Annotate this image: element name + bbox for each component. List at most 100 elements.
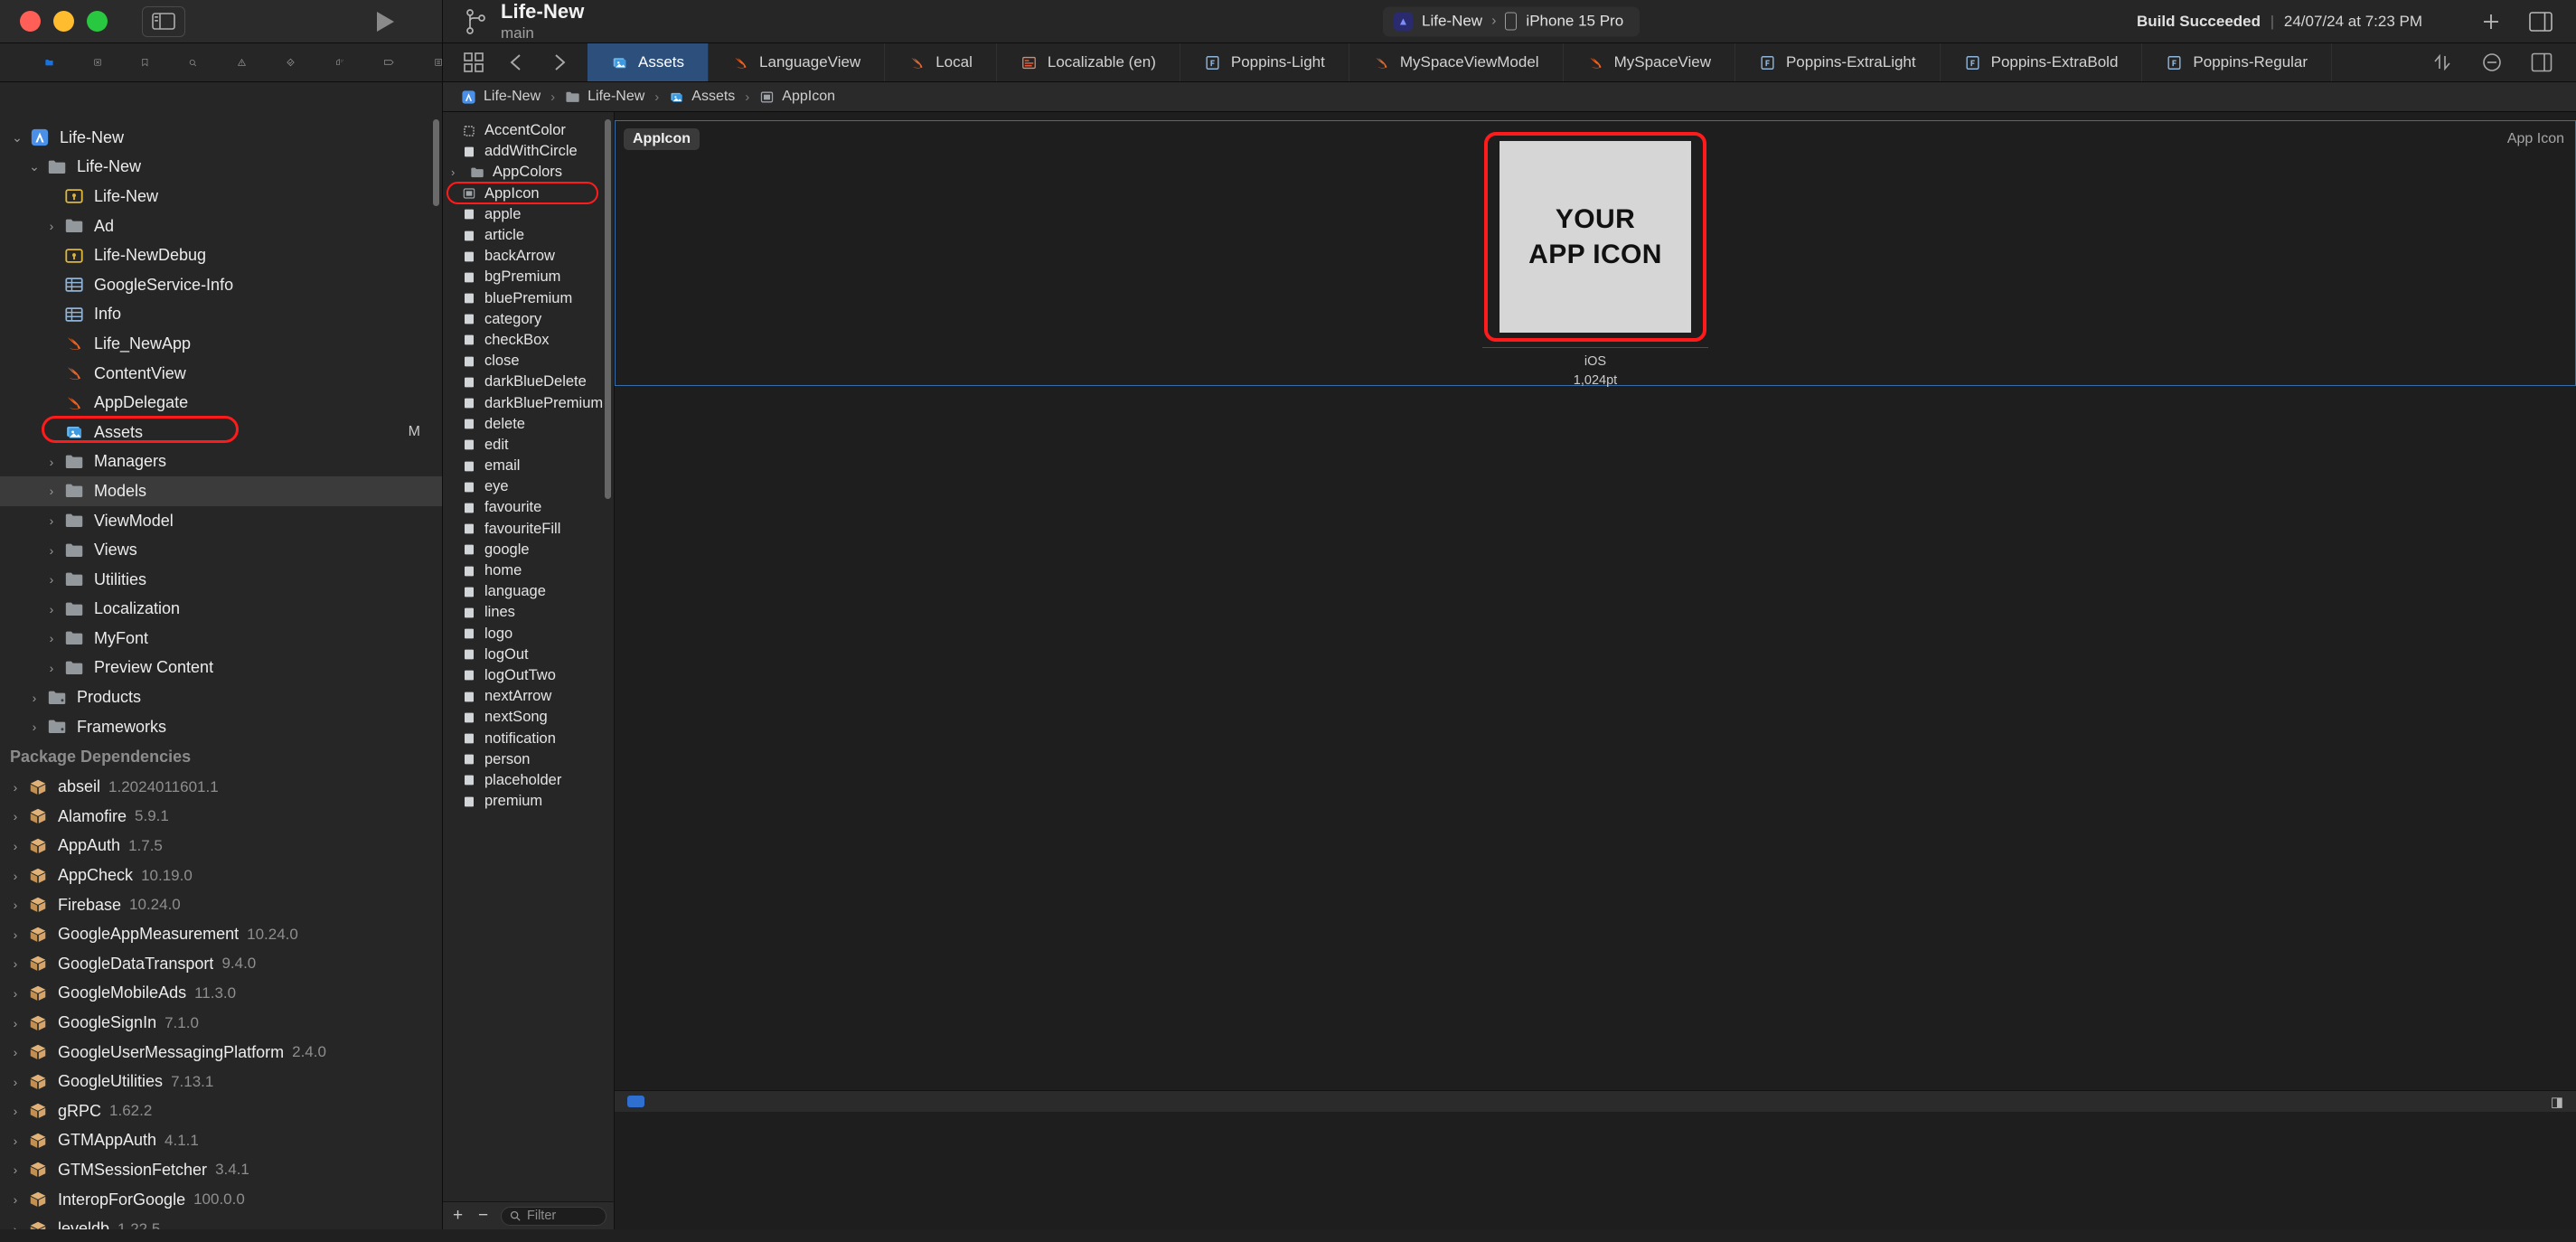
tab-assets[interactable]: Assets xyxy=(588,43,710,81)
asset-item-home[interactable]: home xyxy=(443,560,614,581)
bookmark-icon[interactable] xyxy=(142,52,148,73)
asset-item-google[interactable]: google xyxy=(443,540,614,560)
chevron-right-icon[interactable]: › xyxy=(5,1222,25,1229)
navigator-row-appdelegate[interactable]: AppDelegate xyxy=(0,388,442,418)
breadcrumb-item-life-new[interactable]: Life-New xyxy=(565,89,644,105)
package-row-googlemobileads[interactable]: › GoogleMobileAds 11.3.0 xyxy=(0,979,442,1009)
package-row-gtmsessionfetcher[interactable]: › GTMSessionFetcher 3.4.1 xyxy=(0,1155,442,1185)
asset-item-logout[interactable]: logOut xyxy=(443,645,614,665)
breadcrumb-item-appicon[interactable]: AppIcon xyxy=(759,89,835,105)
chevron-right-icon[interactable]: › xyxy=(5,839,25,853)
editor-footer-toggle[interactable]: ◨ xyxy=(2551,1094,2563,1110)
navigator-row-assets[interactable]: Assets M xyxy=(0,418,442,447)
asset-item-checkbox[interactable]: checkBox xyxy=(443,330,614,351)
navigator-row-frameworks[interactable]: › Frameworks xyxy=(0,712,442,742)
chevron-right-icon[interactable]: › xyxy=(42,572,61,587)
project-navigator-tree[interactable]: ⌄ Life-New ⌄ Life-New Life-New › Ad Life-NewDeb… xyxy=(0,112,442,1229)
tab-poppins-extrabold[interactable]: Poppins-ExtraBold xyxy=(1941,43,2143,81)
navigator-row-ad[interactable]: › Ad xyxy=(0,212,442,241)
package-row-gtmappauth[interactable]: › GTMAppAuth 4.1.1 xyxy=(0,1126,442,1156)
close-window-button[interactable] xyxy=(20,11,41,32)
asset-item-notification[interactable]: notification xyxy=(443,728,614,748)
tab-local[interactable]: Local xyxy=(885,43,997,81)
chevron-right-icon[interactable]: › xyxy=(42,543,61,558)
chevron-right-icon[interactable]: › xyxy=(5,869,25,883)
toggle-inspector-icon[interactable] xyxy=(2529,11,2552,32)
asset-item-lines[interactable]: lines xyxy=(443,602,614,623)
navigator-row-life-newapp[interactable]: Life_NewApp xyxy=(0,329,442,359)
branch-indicator[interactable]: Life-New main xyxy=(443,0,584,42)
asset-item-nextsong[interactable]: nextSong xyxy=(443,707,614,728)
chevron-right-icon[interactable]: › xyxy=(5,1104,25,1118)
asset-item-bgpremium[interactable]: bgPremium xyxy=(443,267,614,287)
asset-item-eye[interactable]: eye xyxy=(443,476,614,497)
package-row-googleutilities[interactable]: › GoogleUtilities 7.13.1 xyxy=(0,1067,442,1096)
chevron-right-icon[interactable]: › xyxy=(5,1192,25,1207)
package-row-leveldb[interactable]: › leveldb 1.22.5 xyxy=(0,1214,442,1229)
asset-item-close[interactable]: close xyxy=(443,351,614,372)
search-icon[interactable] xyxy=(189,52,197,73)
chevron-right-icon[interactable]: › xyxy=(42,602,61,616)
package-row-alamofire[interactable]: › Alamofire 5.9.1 xyxy=(0,802,442,832)
breadcrumb-item-life-new[interactable]: Life-New xyxy=(461,89,541,105)
asset-item-appcolors[interactable]: › AppColors xyxy=(443,162,614,183)
report-navigator-icon[interactable] xyxy=(435,52,442,72)
chevron-right-icon[interactable]: › xyxy=(42,219,61,233)
navigator-row-preview-content[interactable]: › Preview Content xyxy=(0,654,442,683)
source-control-icon[interactable] xyxy=(94,52,101,72)
folder-icon[interactable] xyxy=(45,53,53,71)
asset-item-apple[interactable]: apple xyxy=(443,204,614,225)
package-row-firebase[interactable]: › Firebase 10.24.0 xyxy=(0,890,442,920)
package-row-googleappmeasurement[interactable]: › GoogleAppMeasurement 10.24.0 xyxy=(0,919,442,949)
chevron-down-icon[interactable]: ⌄ xyxy=(24,159,44,174)
scheme-name[interactable]: Life-New xyxy=(1422,13,1482,31)
editor-options-icon[interactable] xyxy=(2431,52,2453,72)
chevron-right-icon[interactable]: › xyxy=(5,780,25,795)
navigator-row-models[interactable]: › Models xyxy=(0,476,442,506)
asset-item-favouritefill[interactable]: favouriteFill xyxy=(443,519,614,540)
asset-item-favourite[interactable]: favourite xyxy=(443,497,614,518)
grid-layout-icon[interactable] xyxy=(463,52,484,73)
asset-item-addwithcircle[interactable]: addWithCircle xyxy=(443,141,614,162)
appicon-placeholder-image[interactable]: YOUR APP ICON xyxy=(1500,141,1691,333)
chevron-right-icon[interactable]: › xyxy=(42,661,61,675)
toggle-navigator-button[interactable] xyxy=(142,5,185,37)
navigator-row-utilities[interactable]: › Utilities xyxy=(0,565,442,595)
debug-navigator-icon[interactable] xyxy=(335,52,344,73)
package-row-googledatatransport[interactable]: › GoogleDataTransport 9.4.0 xyxy=(0,949,442,979)
asset-item-delete[interactable]: delete xyxy=(443,414,614,435)
run-button[interactable] xyxy=(359,5,411,38)
package-row-googleusermessagingplatform[interactable]: › GoogleUserMessagingPlatform 2.4.0 xyxy=(0,1038,442,1068)
asset-item-article[interactable]: article xyxy=(443,225,614,246)
breadcrumb-item-assets[interactable]: Assets xyxy=(669,89,735,105)
chevron-right-icon[interactable]: › xyxy=(5,1045,25,1059)
chevron-down-icon[interactable]: ⌄ xyxy=(7,130,27,146)
navigator-row-products[interactable]: › Products xyxy=(0,682,442,712)
asset-item-darkbluedelete[interactable]: darkBlueDelete xyxy=(443,372,614,392)
tab-languageview[interactable]: LanguageView xyxy=(709,43,886,81)
asset-item-backarrow[interactable]: backArrow xyxy=(443,246,614,267)
navigator-row-managers[interactable]: › Managers xyxy=(0,447,442,477)
package-row-appauth[interactable]: › AppAuth 1.7.5 xyxy=(0,832,442,861)
test-navigator-icon[interactable] xyxy=(286,52,295,73)
chevron-right-icon[interactable]: › xyxy=(42,484,61,498)
navigator-scrollbar[interactable] xyxy=(433,119,439,206)
issue-navigator-icon[interactable] xyxy=(237,52,246,72)
minimap-toggle-icon[interactable] xyxy=(2482,52,2502,72)
package-row-interopforgoogle[interactable]: › InteropForGoogle 100.0.0 xyxy=(0,1185,442,1215)
asset-item-person[interactable]: person xyxy=(443,749,614,770)
navigator-row-views[interactable]: › Views xyxy=(0,535,442,565)
tab-myspaceview[interactable]: MySpaceView xyxy=(1564,43,1735,81)
navigator-row-localization[interactable]: › Localization xyxy=(0,595,442,625)
forward-navigation-icon[interactable] xyxy=(550,52,568,72)
asset-item-appicon[interactable]: AppIcon xyxy=(443,183,614,204)
asset-item-language[interactable]: language xyxy=(443,581,614,602)
navigator-row-life-new[interactable]: ⌄ Life-New xyxy=(0,153,442,183)
asset-list[interactable]: AccentColor addWithCircle › AppColors AppIco… xyxy=(443,112,614,1201)
tab-poppins-extralight[interactable]: Poppins-ExtraLight xyxy=(1735,43,1941,81)
navigator-row-googleservice-info[interactable]: GoogleService-Info xyxy=(0,270,442,300)
package-row-grpc[interactable]: › gRPC 1.62.2 xyxy=(0,1096,442,1126)
appicon-slot[interactable]: YOUR APP ICON xyxy=(1484,132,1706,342)
asset-item-darkbluepremium[interactable]: darkBluePremium xyxy=(443,392,614,413)
chevron-right-icon[interactable]: › xyxy=(5,1075,25,1089)
